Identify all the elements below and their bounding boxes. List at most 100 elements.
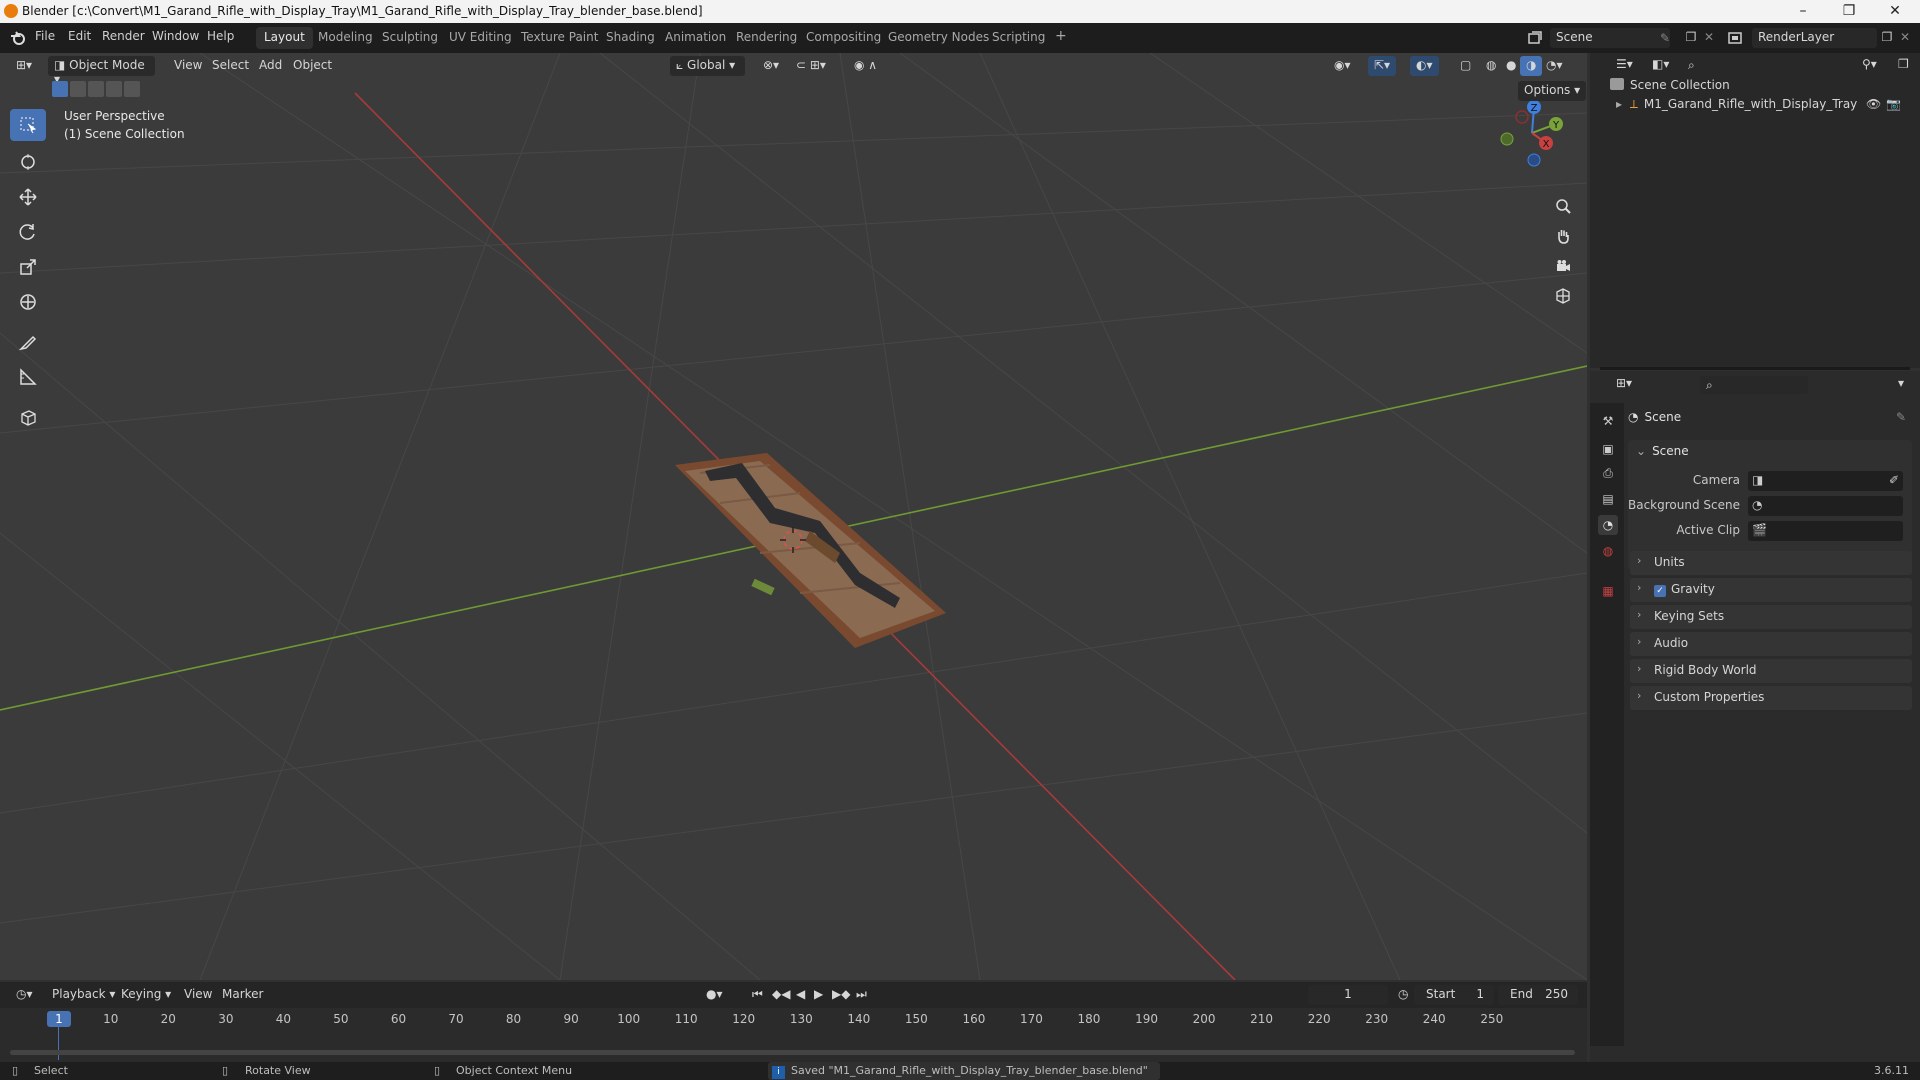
blender-menu-icon[interactable] [10,30,26,46]
tab-geometry-nodes[interactable]: Geometry Nodes [880,27,997,49]
panel-keying-sets[interactable]: › Keying Sets [1630,605,1912,629]
menu-help[interactable]: Help [207,29,234,43]
scene-selector[interactable]: Scene [1550,28,1670,48]
close-button[interactable]: ✕ [1872,0,1918,23]
menu-add[interactable]: Add [253,56,288,76]
add-workspace-button[interactable]: + [1047,27,1075,49]
extend-selection-icon[interactable] [70,81,86,97]
tab-rendering[interactable]: Rendering [728,27,805,49]
properties-search-input[interactable]: ⌕ [1700,376,1808,394]
scene-section-header[interactable]: ⌄ Scene [1636,444,1689,458]
view-layer-tab-icon[interactable]: ▤ [1598,489,1618,509]
camera-field[interactable]: ◨ ✐ [1748,471,1903,491]
panel-audio[interactable]: › Audio [1630,632,1912,656]
visibility-icon[interactable]: ◉▾ [1328,56,1357,76]
tab-modeling[interactable]: Modeling [310,27,381,49]
select-box-tool[interactable] [10,109,46,141]
mode-selector[interactable]: ◨ Object Mode ▾ [48,56,155,86]
current-frame-field[interactable]: 1 [1308,985,1388,1005]
properties-options-icon[interactable]: ▾ [1892,374,1910,394]
minimize-button[interactable]: – [1780,0,1826,23]
panel-custom-properties[interactable]: › Custom Properties [1630,686,1912,710]
subtract-selection-icon[interactable] [88,81,104,97]
menu-select[interactable]: Select [206,56,255,76]
menu-file[interactable]: File [35,29,55,43]
menu-window[interactable]: Window [152,29,199,43]
menu-timeline-view[interactable]: View [178,985,218,1005]
world-tab-icon[interactable]: ◍ [1598,541,1618,561]
orientation-selector[interactable]: ⟀ Global ▾ [670,56,745,76]
new-layer-icon[interactable]: ❐ [1878,28,1896,46]
tab-scripting[interactable]: Scripting [984,27,1053,49]
pivot-icon[interactable]: ⊗▾ [757,56,785,76]
new-scene-icon[interactable]: ❐ [1682,28,1700,46]
new-collection-icon[interactable]: ❐ [1892,55,1915,75]
scene-tab-icon[interactable]: ◔ [1598,515,1618,535]
tab-compositing[interactable]: Compositing [798,27,889,49]
camera-render-icon[interactable]: 📷 [1886,97,1901,111]
3d-viewport[interactable]: User Perspective (1) Scene Collection Z … [0,53,1587,980]
active-clip-field[interactable]: 🎬 [1748,521,1903,541]
difference-selection-icon[interactable] [106,81,122,97]
tool-tab-icon[interactable]: ⚒ [1598,411,1618,431]
rendered-shading-icon[interactable]: ◔▾ [1540,56,1569,76]
menu-marker[interactable]: Marker [216,985,269,1005]
menu-render[interactable]: Render [102,29,145,43]
background-scene-field[interactable]: ◔ [1748,496,1903,516]
pin-icon[interactable]: ✎ [1658,30,1672,46]
maximize-button[interactable]: ❐ [1826,0,1872,23]
eyedropper-icon[interactable]: ✐ [1889,473,1899,487]
zoom-icon[interactable] [1550,193,1576,219]
properties-editor-type-icon[interactable]: ⊞▾ [1610,374,1638,394]
tab-uv-editing[interactable]: UV Editing [441,27,520,49]
display-mode-icon[interactable]: ◧▾ [1646,55,1675,75]
ortho-grid-icon[interactable] [1550,283,1576,309]
record-icon[interactable]: ●▾ [700,985,729,1005]
output-tab-icon[interactable]: ⎙ [1598,463,1618,483]
jump-end-icon[interactable]: ⏭ [850,985,873,1005]
gizmo-toggle-icon[interactable]: ⇱▾ [1368,56,1397,76]
snap-icon[interactable]: ⊂ ⊞▾ [790,56,832,76]
delete-layer-icon[interactable]: ✕ [1898,28,1912,46]
tab-layout[interactable]: Layout [256,27,313,49]
eye-icon[interactable]: 👁 [1866,97,1881,111]
panel-gravity[interactable]: › ✓ Gravity [1630,578,1912,602]
menu-playback[interactable]: Playback ▾ [46,985,121,1005]
panel-units[interactable]: › Units [1630,551,1912,575]
panel-rigid-body-world[interactable]: › Rigid Body World [1630,659,1912,683]
navigation-gizmo[interactable]: Z Y X [1490,93,1570,173]
transform-tool[interactable] [10,286,46,318]
cursor-tool[interactable] [10,146,46,178]
clock-icon[interactable]: ◷ [1392,985,1414,1005]
outliner-scrollbar[interactable] [1600,367,1910,370]
texture-tab-icon[interactable]: ▦ [1598,581,1618,601]
render-tab-icon[interactable]: ▣ [1598,439,1618,459]
add-cube-tool[interactable] [10,401,46,433]
move-tool[interactable] [10,181,46,213]
menu-keying[interactable]: Keying ▾ [115,985,177,1005]
outliner-item-rifle[interactable]: ▸ ⟂ M1_Garand_Rifle_with_Display_Tray 👁 📷 [1616,97,1916,117]
outliner-search-input[interactable]: ⌕ [1682,56,1790,74]
menu-object[interactable]: Object [287,56,338,76]
tab-animation[interactable]: Animation [657,27,734,49]
delete-scene-icon[interactable]: ✕ [1702,28,1716,46]
properties-pin-icon[interactable]: ✎ [1896,410,1906,424]
measure-tool[interactable] [10,361,46,393]
proportional-edit-icon[interactable]: ◉ ∧ [848,56,883,76]
menu-view[interactable]: View [168,56,208,76]
tab-sculpting[interactable]: Sculpting [374,27,446,49]
menu-edit[interactable]: Edit [68,29,91,43]
outliner-editor-type-icon[interactable]: ☰▾ [1610,55,1639,75]
intersect-selection-icon[interactable] [124,81,140,97]
expand-chevron-icon[interactable]: ▸ [1616,97,1622,111]
set-selection-icon[interactable] [52,81,68,97]
tab-shading[interactable]: Shading [598,27,663,49]
xray-icon[interactable]: ▢ [1454,56,1477,76]
camera-view-icon[interactable] [1550,253,1576,279]
gravity-checkbox[interactable]: ✓ [1654,585,1666,597]
start-frame-field[interactable]: Start 1 [1414,985,1494,1005]
render-layer-selector[interactable]: RenderLayer [1752,28,1877,48]
timeline-editor-type-icon[interactable]: ◷▾ [10,985,39,1005]
overlay-toggle-icon[interactable]: ◐▾ [1410,56,1439,76]
rotate-tool[interactable] [10,216,46,248]
